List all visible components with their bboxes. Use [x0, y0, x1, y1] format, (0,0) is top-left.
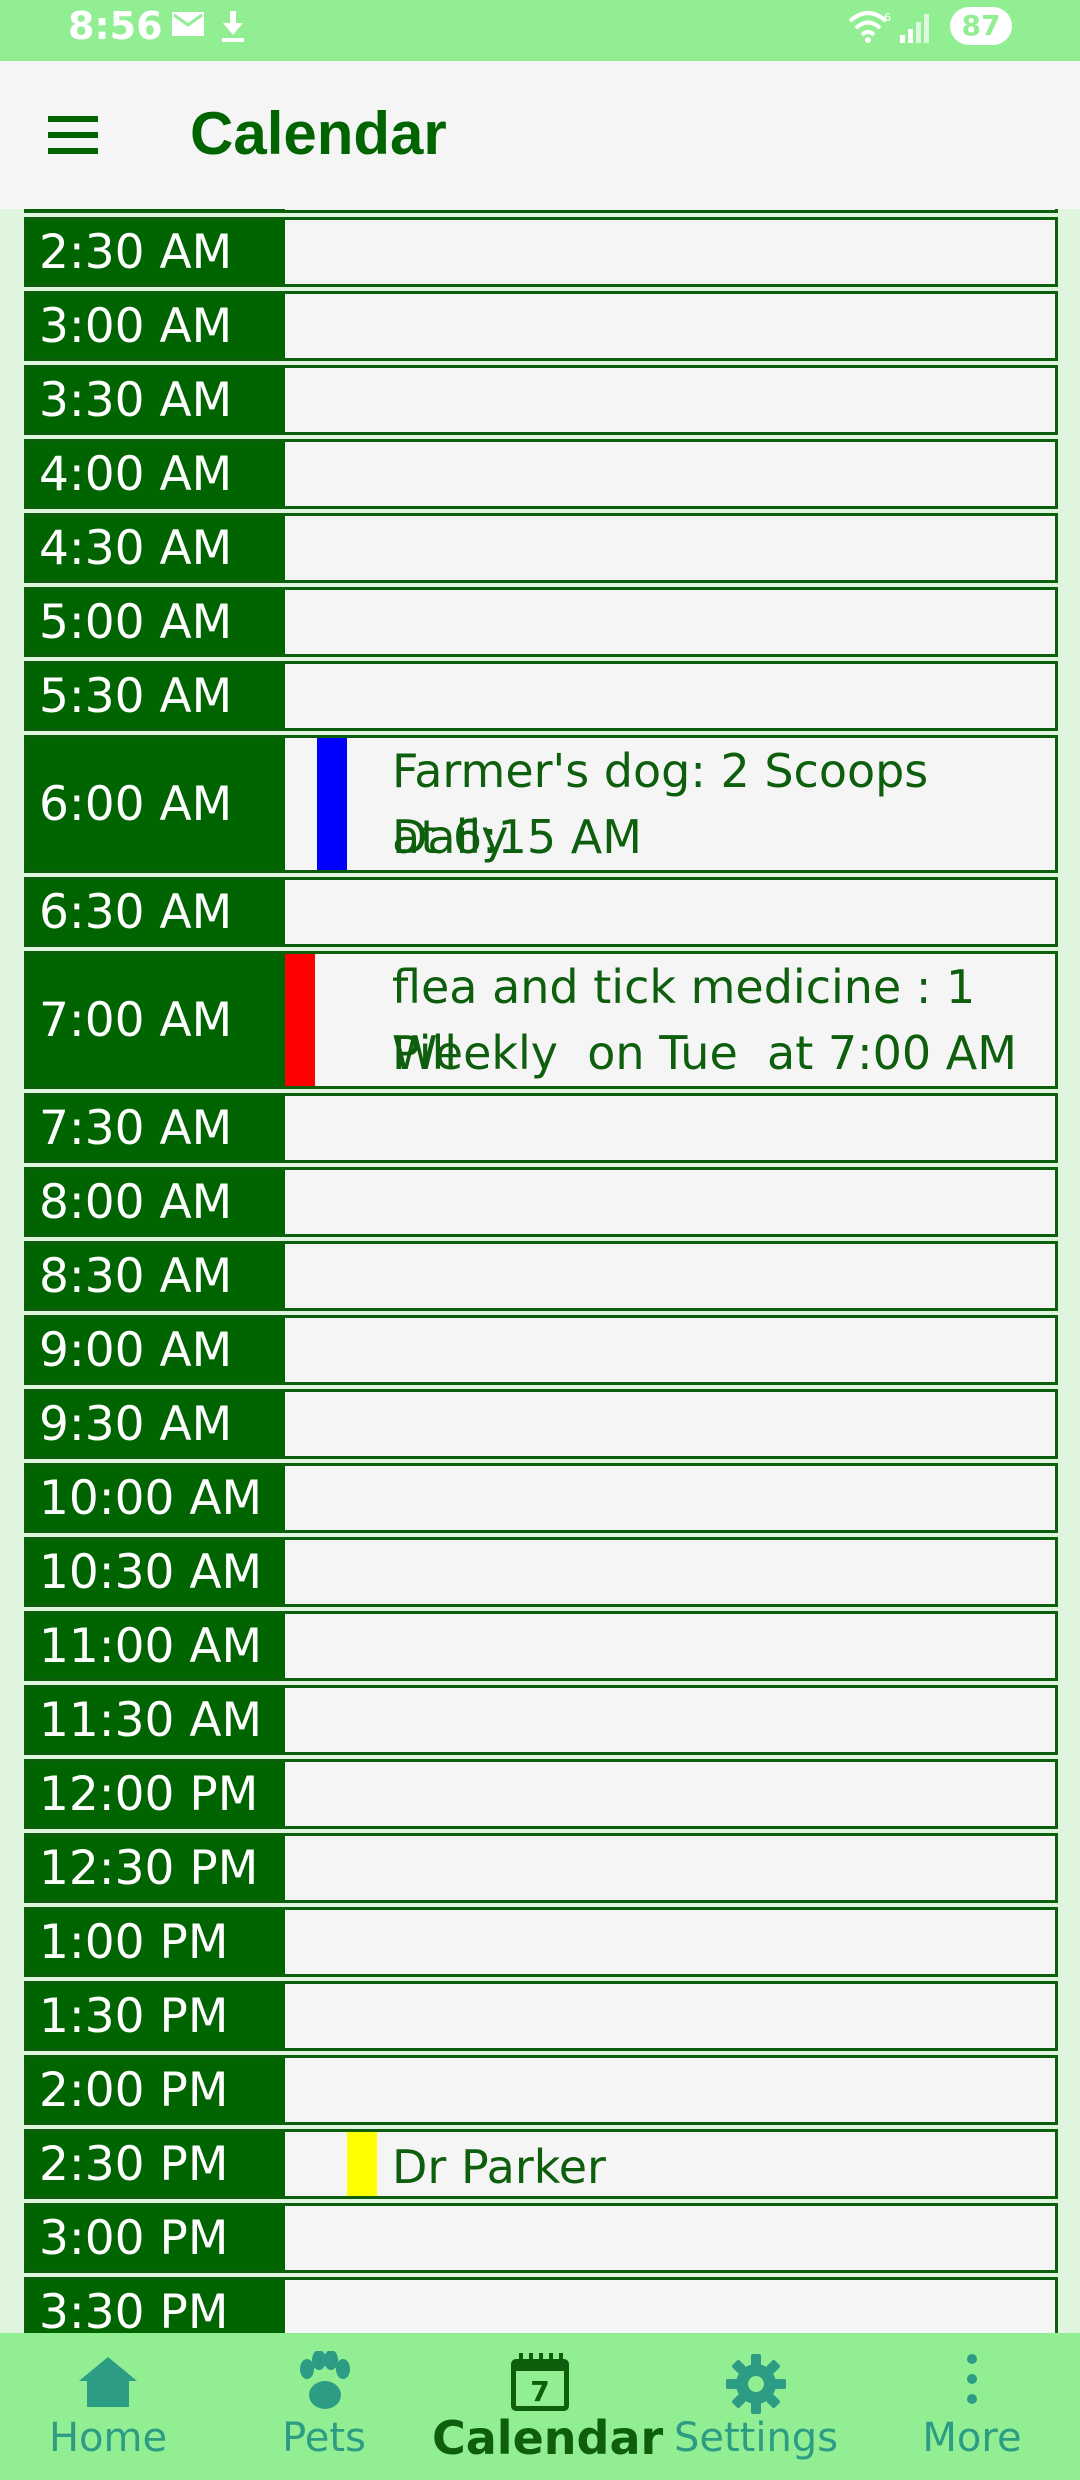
nav-calendar[interactable]: 7 Calendar [432, 2333, 664, 2480]
nav-more[interactable]: More [864, 2333, 1080, 2480]
time-slot-label: 11:00 AM [27, 1614, 285, 1678]
time-slot-label: 6:30 AM [27, 880, 285, 944]
time-slot-label: 3:00 AM [27, 294, 285, 358]
schedule-row[interactable]: 9:00 AM [24, 1315, 1058, 1385]
event-color-marker [285, 954, 315, 1086]
time-slot-label: 8:00 AM [27, 1170, 285, 1234]
time-slot-label: 5:00 AM [27, 590, 285, 654]
time-slot-label: 12:00 PM [27, 1762, 285, 1826]
schedule-row[interactable]: 3:00 AM [24, 291, 1058, 361]
schedule-row[interactable]: 8:30 AM [24, 1241, 1058, 1311]
time-slot-label: 1:00 PM [27, 1910, 285, 1974]
schedule-row[interactable]: 10:30 AM [24, 1537, 1058, 1607]
bottom-navigation: Home Pets 7 Calendar Settings More [0, 2333, 1080, 2480]
schedule-row[interactable]: 1:30 PM [24, 1981, 1058, 2051]
schedule-row[interactable]: 5:30 AM [24, 661, 1058, 731]
schedule-row[interactable]: 7:00 AM flea and tick medicine : 1 Pill We… [24, 951, 1058, 1089]
battery-indicator: 87 [950, 7, 1012, 45]
schedule-row[interactable]: 12:00 PM [24, 1759, 1058, 1829]
schedule-row[interactable]: 7:30 AM [24, 1093, 1058, 1163]
schedule-row[interactable]: 3:30 PM [24, 2277, 1058, 2333]
time-slot-label: 4:00 AM [27, 442, 285, 506]
paw-icon [300, 2351, 350, 2409]
time-slot-label: 5:30 AM [27, 664, 285, 728]
time-slot-label: 7:30 AM [27, 1096, 285, 1160]
schedule-row[interactable]: 5:00 AM [24, 587, 1058, 657]
time-slot-label: 2:30 PM [27, 2132, 285, 2196]
event-color-marker [317, 738, 347, 870]
signal-icon [900, 14, 929, 43]
status-time: 8:56 [68, 4, 163, 48]
time-slot-label: 1:30 PM [27, 1984, 285, 2048]
calendar-icon: 7 [511, 2353, 569, 2411]
time-slot-label: 11:30 AM [27, 1688, 285, 1752]
nav-pets[interactable]: Pets [216, 2333, 432, 2480]
time-slot-label: 7:00 AM [27, 954, 285, 1086]
schedule-row[interactable]: 11:30 AM [24, 1685, 1058, 1755]
schedule-row[interactable]: 2:30 AM [24, 217, 1058, 287]
nav-settings-label: Settings [673, 2415, 839, 2461]
svg-text:6: 6 [884, 11, 891, 24]
schedule-row[interactable]: 6:00 AM Farmer's dog: 2 Scoops Daily at 6:… [24, 735, 1058, 873]
nav-more-label: More [922, 2415, 1022, 2461]
home-icon [79, 2357, 137, 2407]
nav-pets-label: Pets [282, 2415, 366, 2461]
schedule-row[interactable]: 3:30 AM [24, 365, 1058, 435]
nav-calendar-label: Calendar [432, 2411, 664, 2465]
time-slot-label: 2:00 PM [27, 2058, 285, 2122]
time-slot-label: 9:30 AM [27, 1392, 285, 1456]
time-slot-label: 10:00 AM [27, 1466, 285, 1530]
time-slot-label: 8:30 AM [27, 1244, 285, 1308]
schedule-list[interactable]: 2:30 AM 3:00 AM 3:30 AM 4:00 AM 4:30 AM 5:00 … [0, 209, 1080, 2333]
event-text[interactable]: Dr Parker [392, 2134, 1047, 2200]
gear-icon [726, 2354, 786, 2414]
schedule-row[interactable]: 2:30 PM Dr Parker [24, 2129, 1058, 2199]
more-vert-icon [967, 2354, 977, 2404]
app-bar: Calendar [0, 61, 1080, 209]
time-slot-label: 12:30 PM [27, 1836, 285, 1900]
nav-settings[interactable]: Settings [648, 2333, 864, 2480]
wifi-icon: 6 [848, 11, 891, 43]
time-slot-label: 3:00 PM [27, 2206, 285, 2270]
schedule-row[interactable]: 10:00 AM [24, 1463, 1058, 1533]
nav-home[interactable]: Home [0, 2333, 216, 2480]
menu-icon[interactable] [44, 112, 104, 158]
time-slot-label: 6:00 AM [27, 738, 285, 870]
svg-text:7: 7 [530, 2375, 549, 2408]
time-slot-label: 3:30 PM [27, 2280, 285, 2333]
schedule-row[interactable]: 4:30 AM [24, 513, 1058, 583]
event-text-line2[interactable]: at 6:15 AM [392, 804, 1047, 870]
schedule-row[interactable]: 12:30 PM [24, 1833, 1058, 1903]
page-title: Calendar [190, 100, 447, 167]
schedule-row[interactable]: 4:00 AM [24, 439, 1058, 509]
event-color-marker [347, 2132, 377, 2196]
time-slot-label: 10:30 AM [27, 1540, 285, 1604]
time-slot-label: 9:00 AM [27, 1318, 285, 1382]
schedule-row-partial [24, 209, 1058, 213]
schedule-row[interactable]: 3:00 PM [24, 2203, 1058, 2273]
schedule-row[interactable]: 9:30 AM [24, 1389, 1058, 1459]
status-bar: 8:56 6 87 [0, 0, 1080, 61]
schedule-row[interactable]: 2:00 PM [24, 2055, 1058, 2125]
schedule-row[interactable]: 1:00 PM [24, 1907, 1058, 1977]
download-icon [222, 11, 244, 42]
time-slot-label: 2:30 AM [27, 220, 285, 284]
schedule-row[interactable]: 11:00 AM [24, 1611, 1058, 1681]
time-slot-label: 3:30 AM [27, 368, 285, 432]
event-text-line2[interactable]: Weekly on Tue at 7:00 AM [392, 1020, 1047, 1086]
schedule-row[interactable]: 8:00 AM [24, 1167, 1058, 1237]
email-icon [172, 12, 204, 36]
schedule-row[interactable]: 6:30 AM [24, 877, 1058, 947]
time-slot-label: 4:30 AM [27, 516, 285, 580]
nav-home-label: Home [48, 2415, 168, 2461]
